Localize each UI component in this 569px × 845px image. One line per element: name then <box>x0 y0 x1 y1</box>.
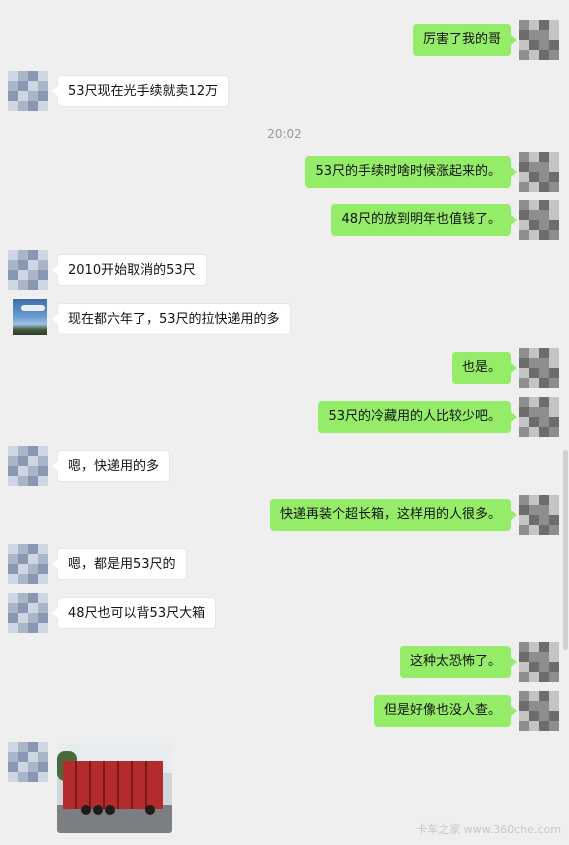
message-row: 快递再装个超长箱，这样用的人很多。 <box>0 495 569 535</box>
truck-cargo-box <box>63 761 163 809</box>
message-row: 厉害了我的哥 <box>0 20 569 60</box>
my-avatar[interactable] <box>519 642 559 682</box>
my-avatar[interactable] <box>519 20 559 60</box>
message-row: 这种太恐怖了。 <box>0 642 569 682</box>
message-bubble-incoming[interactable]: 48尺也可以背53尺大箱 <box>51 597 217 629</box>
contact-avatar-photo[interactable] <box>13 299 47 335</box>
message-row: 现在都六年了，53尺的拉快递用的多 <box>0 299 569 339</box>
message-row: 53尺的手续时啥时候涨起来的。 <box>0 152 569 192</box>
contact-avatar[interactable] <box>8 544 48 584</box>
contact-avatar[interactable] <box>8 71 48 111</box>
message-bubble-incoming[interactable]: 2010开始取消的53尺 <box>52 254 207 286</box>
contact-avatar[interactable] <box>8 593 48 633</box>
truck-wheel <box>81 805 91 815</box>
my-avatar[interactable] <box>519 397 559 437</box>
message-bubble-incoming[interactable]: 嗯，都是用53尺的 <box>52 548 187 580</box>
chat-window: 厉害了我的哥 53尺现在光手续就卖12万 20:02 53尺的手续时啥时候涨起来… <box>0 0 569 845</box>
message-bubble-incoming[interactable]: 现在都六年了，53尺的拉快递用的多 <box>52 303 291 335</box>
my-avatar[interactable] <box>519 495 559 535</box>
truck-wheel <box>145 805 155 815</box>
truck-wheel <box>105 805 115 815</box>
message-bubble-outgoing[interactable]: 也是。 <box>451 352 518 384</box>
message-row: 也是。 <box>0 348 569 388</box>
my-avatar[interactable] <box>519 691 559 731</box>
message-bubble-incoming[interactable]: 53尺现在光手续就卖12万 <box>51 75 230 107</box>
contact-avatar[interactable] <box>8 446 48 486</box>
watermark: 卡车之家 www.360che.com <box>416 823 561 836</box>
message-bubble-outgoing[interactable]: 但是好像也没人查。 <box>373 695 518 727</box>
message-row: 但是好像也没人查。 <box>0 691 569 731</box>
scrollbar-thumb[interactable] <box>563 450 568 650</box>
message-row: 嗯，都是用53尺的 <box>0 544 569 584</box>
message-bubble-incoming[interactable]: 嗯，快递用的多 <box>51 450 171 482</box>
message-bubble-outgoing[interactable]: 快递再装个超长箱，这样用的人很多。 <box>269 499 518 531</box>
message-bubble-outgoing[interactable]: 53尺的冷藏用的人比较少吧。 <box>318 401 517 433</box>
message-row: 53尺的冷藏用的人比较少吧。 <box>0 397 569 437</box>
truck-wheel <box>93 805 103 815</box>
message-bubble-outgoing[interactable]: 48尺的放到明年也值钱了。 <box>331 204 517 236</box>
message-bubble-outgoing[interactable]: 53尺的手续时啥时候涨起来的。 <box>305 156 517 188</box>
cloud-shape <box>21 305 45 311</box>
contact-avatar[interactable] <box>8 742 48 782</box>
message-row: 2010开始取消的53尺 <box>0 250 569 290</box>
my-avatar[interactable] <box>519 200 559 240</box>
truck-photo-message[interactable] <box>57 743 172 833</box>
message-row: 53尺现在光手续就卖12万 <box>0 71 569 111</box>
message-row: 嗯，快递用的多 <box>0 446 569 486</box>
message-row: 48尺的放到明年也值钱了。 <box>0 200 569 240</box>
message-timestamp: 20:02 <box>267 127 302 141</box>
contact-avatar[interactable] <box>8 250 48 290</box>
my-avatar[interactable] <box>519 152 559 192</box>
my-avatar[interactable] <box>519 348 559 388</box>
message-bubble-outgoing[interactable]: 厉害了我的哥 <box>412 24 518 56</box>
message-row: 48尺也可以背53尺大箱 <box>0 593 569 633</box>
message-bubble-outgoing[interactable]: 这种太恐怖了。 <box>399 646 518 678</box>
